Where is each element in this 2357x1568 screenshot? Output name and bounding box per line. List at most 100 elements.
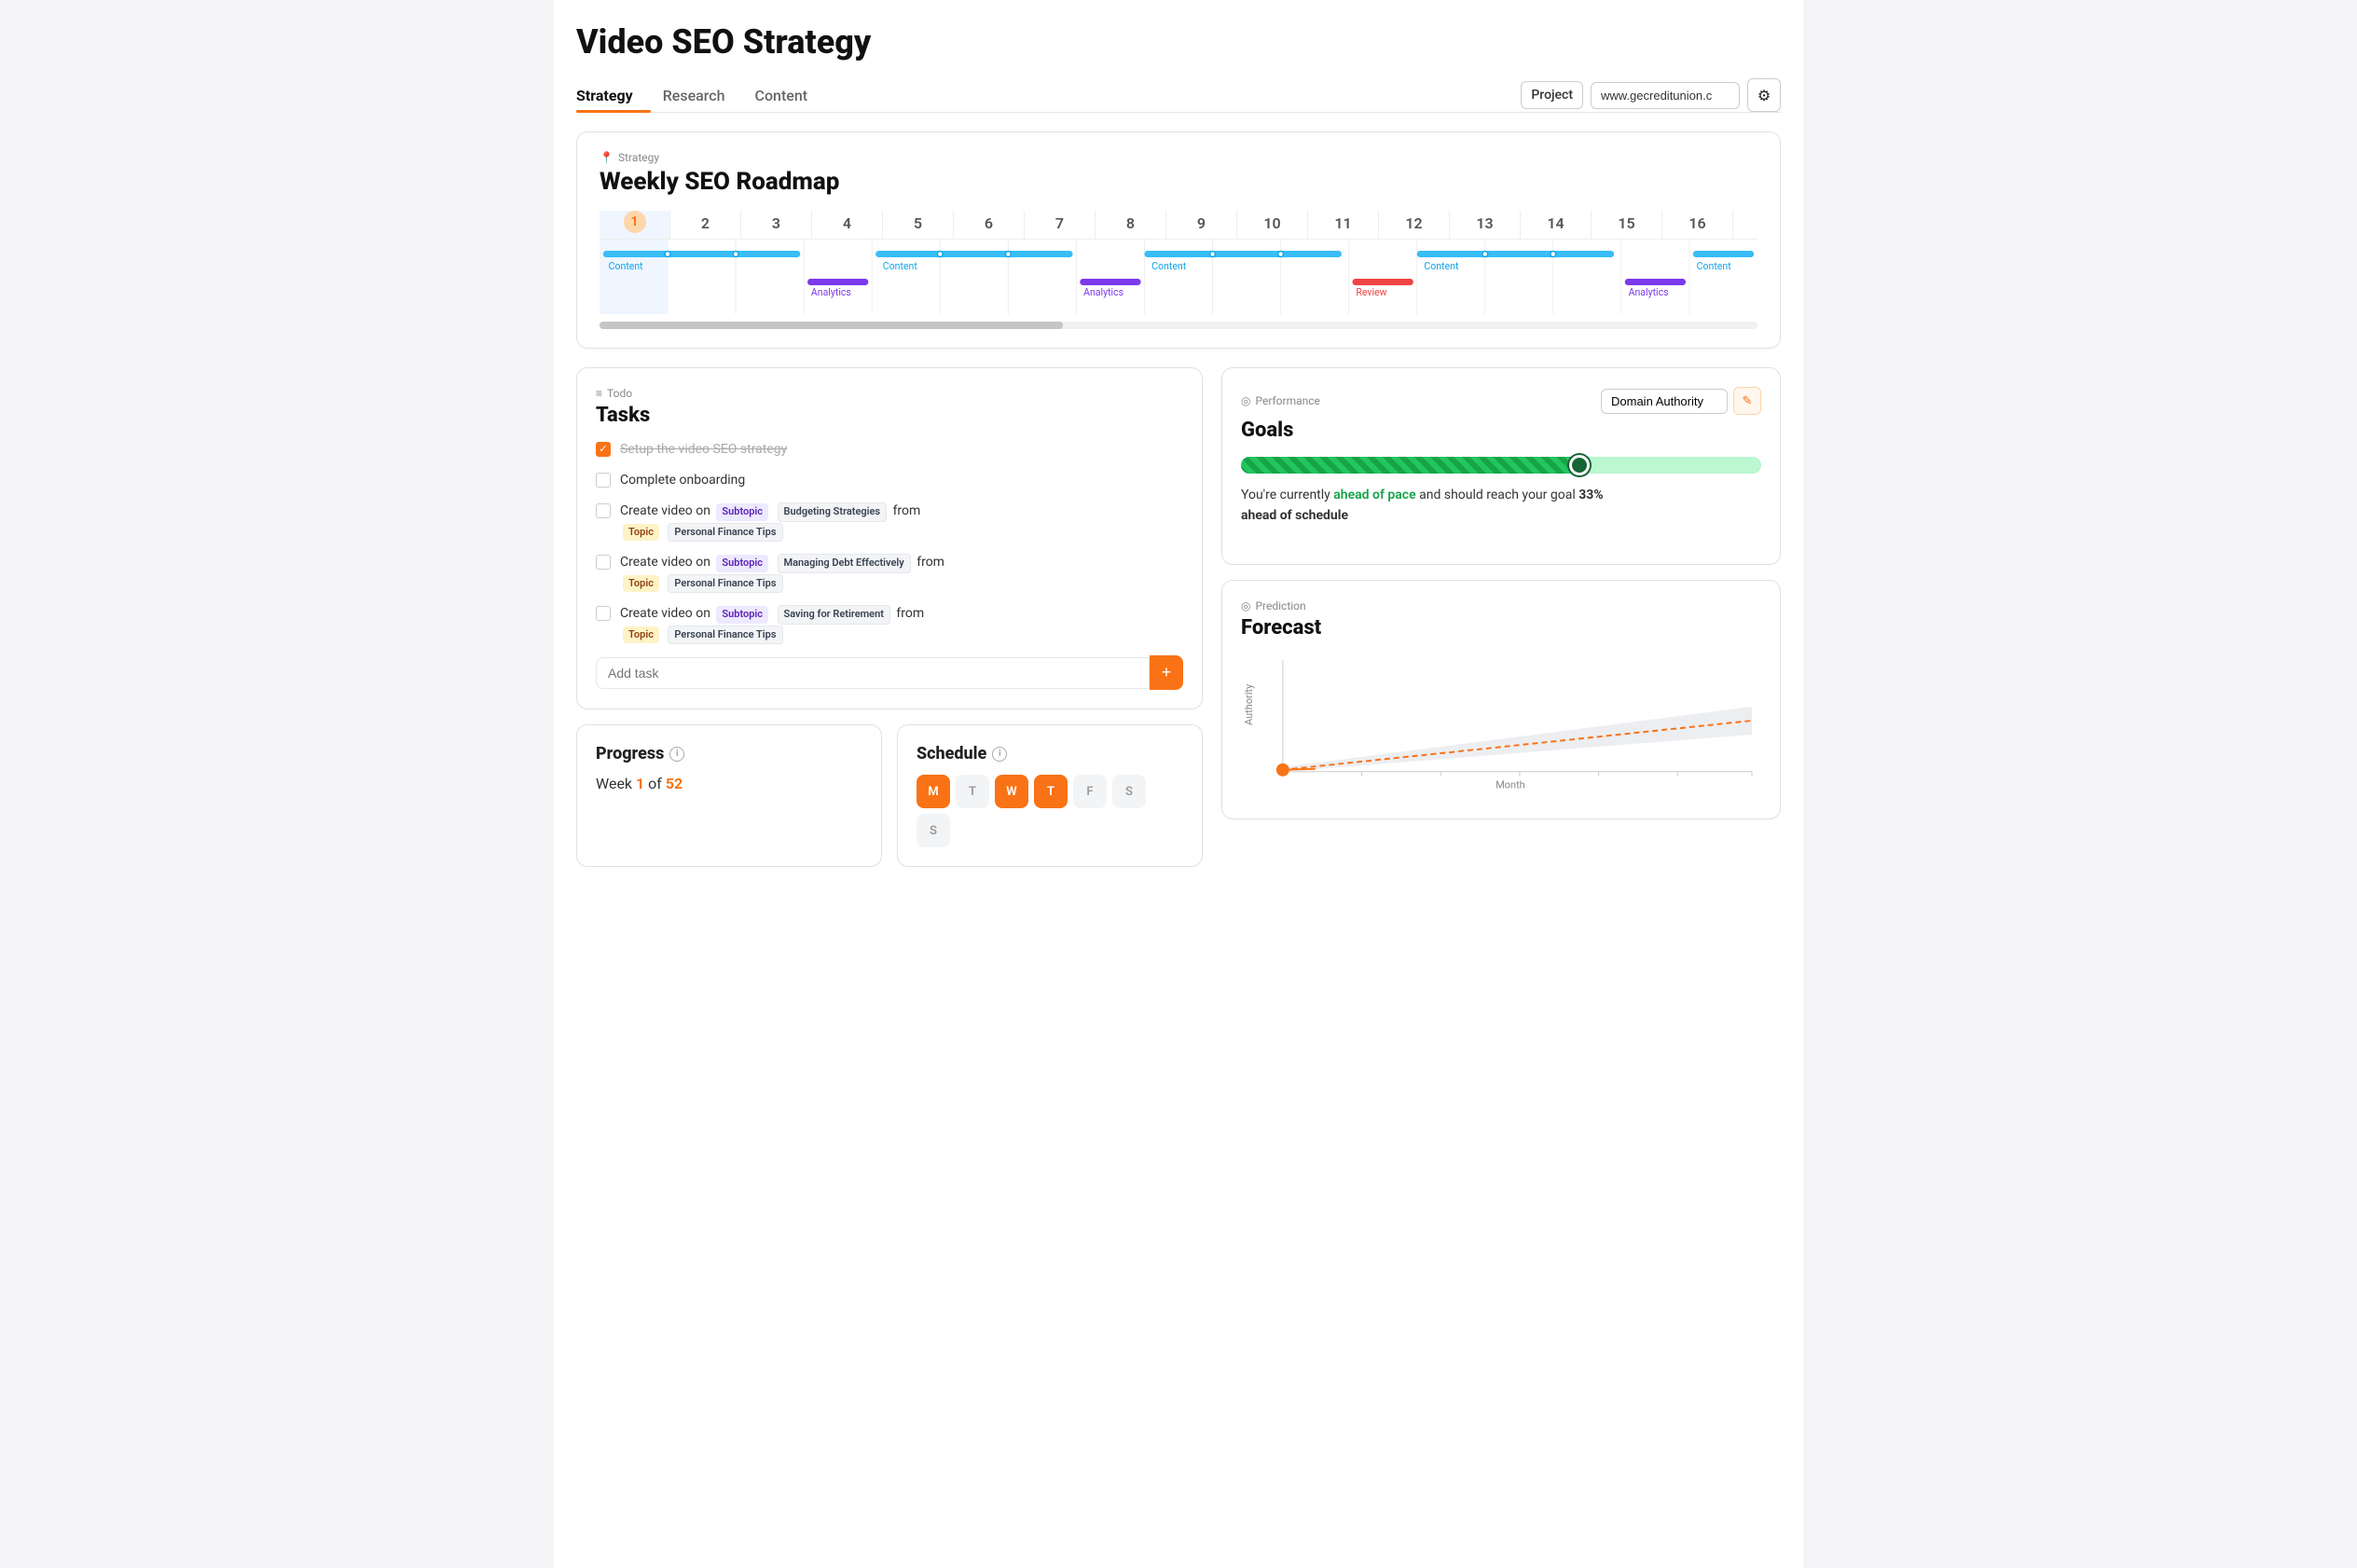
goals-percent-text: 33% bbox=[1578, 488, 1603, 502]
left-column: ≡ Todo Tasks Setup the video SEO strateg… bbox=[576, 367, 1203, 867]
day-pill-thu[interactable]: T bbox=[1034, 775, 1068, 808]
week-17-header: 17 bbox=[1733, 211, 1757, 240]
tab-strategy[interactable]: Strategy bbox=[576, 79, 633, 112]
task-5-subtopic: Saving for Retirement bbox=[778, 605, 890, 625]
week-8-header: 8 bbox=[1096, 211, 1166, 240]
gantt-scroll-thumb bbox=[600, 322, 1063, 329]
badge-topic-label: Topic bbox=[623, 524, 659, 542]
page-title: Video SEO Strategy bbox=[576, 22, 1781, 62]
goals-progress-fill bbox=[1241, 457, 1579, 474]
progress-week-display: Week 1 of 52 bbox=[596, 775, 862, 792]
svg-text:Content: Content bbox=[1424, 260, 1459, 272]
tab-content[interactable]: Content bbox=[755, 79, 808, 112]
forecast-section-label: ◎ Prediction bbox=[1241, 599, 1761, 612]
add-task-row: + bbox=[596, 655, 1183, 690]
task-checkbox-2[interactable] bbox=[596, 473, 611, 488]
svg-text:Analytics: Analytics bbox=[811, 286, 851, 298]
week-1-badge: 1 bbox=[624, 211, 646, 233]
day-pill-fri[interactable]: F bbox=[1073, 775, 1107, 808]
day-pill-sun[interactable]: S bbox=[917, 814, 950, 847]
progress-title: Progress i bbox=[596, 744, 862, 763]
task-5-prefix: Create video on bbox=[620, 606, 710, 621]
week-6-header: 6 bbox=[954, 211, 1025, 240]
performance-icon: ◎ bbox=[1241, 394, 1250, 407]
svg-text:Content: Content bbox=[883, 260, 918, 272]
gantt-container: 1 2 3 4 5 6 7 8 9 10 11 12 13 14 15 16 1… bbox=[600, 211, 1757, 329]
week-10-header: 10 bbox=[1237, 211, 1308, 240]
add-task-button[interactable]: + bbox=[1150, 655, 1183, 690]
progress-total-weeks: 52 bbox=[666, 775, 682, 792]
task-4-subtopic: Managing Debt Effectively bbox=[778, 554, 911, 573]
roadmap-section-label: 📍 Strategy bbox=[600, 151, 1757, 164]
task-4-topic: Personal Finance Tips bbox=[668, 574, 782, 594]
right-column: ◎ Performance Domain Authority ✎ Goals bbox=[1221, 367, 1781, 819]
svg-text:Month: Month bbox=[1496, 779, 1524, 791]
roadmap-title: Weekly SEO Roadmap bbox=[600, 168, 1757, 196]
gear-icon: ⚙ bbox=[1757, 87, 1771, 104]
add-task-input[interactable] bbox=[596, 657, 1150, 689]
todo-icon: ≡ bbox=[596, 387, 602, 400]
project-select[interactable]: www.gecreditunion.c bbox=[1591, 82, 1740, 109]
goals-title: Goals bbox=[1241, 419, 1761, 442]
bottom-row: ≡ Todo Tasks Setup the video SEO strateg… bbox=[576, 367, 1781, 867]
week-15-header: 15 bbox=[1592, 211, 1662, 240]
day-pill-mon[interactable]: M bbox=[917, 775, 950, 808]
week-11-header: 11 bbox=[1308, 211, 1379, 240]
week-1-header: 1 bbox=[600, 211, 670, 240]
tab-research[interactable]: Research bbox=[663, 79, 725, 112]
tasks-section-label: ≡ Todo bbox=[596, 387, 1183, 400]
gantt-header-row: 1 2 3 4 5 6 7 8 9 10 11 12 13 14 15 16 1… bbox=[600, 211, 1757, 240]
task-item: Create video on Subtopic Saving for Reti… bbox=[596, 604, 1183, 644]
forecast-card: ◎ Prediction Forecast Authority Month bbox=[1221, 580, 1781, 819]
svg-text:Authority: Authority bbox=[1243, 683, 1255, 725]
gantt-bars-row: Content Content Content Content bbox=[600, 240, 1757, 314]
tasks-card: ≡ Todo Tasks Setup the video SEO strateg… bbox=[576, 367, 1203, 709]
badge-subtopic-label: Subtopic bbox=[716, 555, 768, 572]
forecast-title: Forecast bbox=[1241, 616, 1761, 640]
gear-button[interactable]: ⚙ bbox=[1747, 78, 1781, 112]
schedule-card: Schedule i M T W T F S S bbox=[897, 724, 1203, 867]
task-1-text: Setup the video SEO strategy bbox=[620, 440, 787, 460]
project-label: Project bbox=[1521, 81, 1583, 109]
task-checkbox-1[interactable] bbox=[596, 442, 611, 457]
task-checkbox-4[interactable] bbox=[596, 555, 611, 570]
domain-select-area: Domain Authority ✎ bbox=[1601, 387, 1761, 415]
task-checkbox-5[interactable] bbox=[596, 606, 611, 621]
pencil-icon: ✎ bbox=[1743, 394, 1753, 408]
week-3-header: 3 bbox=[741, 211, 812, 240]
week-16-header: 16 bbox=[1662, 211, 1733, 240]
roadmap-card: 📍 Strategy Weekly SEO Roadmap 1 2 3 4 5 … bbox=[576, 131, 1781, 349]
edit-goal-button[interactable]: ✎ bbox=[1733, 387, 1761, 415]
schedule-title: Schedule i bbox=[917, 744, 1183, 763]
prediction-icon: ◎ bbox=[1241, 599, 1250, 612]
gantt-scrollbar[interactable] bbox=[600, 322, 1757, 329]
week-5-header: 5 bbox=[883, 211, 954, 240]
day-pill-tue[interactable]: T bbox=[956, 775, 989, 808]
task-3-subtopic: Budgeting Strategies bbox=[778, 502, 888, 522]
badge-subtopic-label: Subtopic bbox=[716, 503, 768, 521]
domain-authority-select[interactable]: Domain Authority bbox=[1601, 389, 1728, 414]
task-4-prefix: Create video on bbox=[620, 555, 710, 570]
week-13-header: 13 bbox=[1450, 211, 1521, 240]
progress-info-icon[interactable]: i bbox=[669, 747, 684, 762]
forecast-svg: Authority Month bbox=[1241, 651, 1761, 791]
task-checkbox-3[interactable] bbox=[596, 503, 611, 518]
task-3-prefix: Create video on bbox=[620, 503, 710, 518]
task-item: Create video on Subtopic Managing Debt E… bbox=[596, 553, 1183, 593]
goals-description: You're currently ahead of pace and shoul… bbox=[1241, 485, 1761, 527]
goals-highlight-text: ahead of pace bbox=[1333, 488, 1415, 502]
svg-text:Review: Review bbox=[1356, 286, 1386, 298]
progress-card: Progress i Week 1 of 52 bbox=[576, 724, 882, 867]
week-9-header: 9 bbox=[1166, 211, 1237, 240]
svg-text:Content: Content bbox=[1697, 260, 1732, 272]
task-3-topic: Personal Finance Tips bbox=[668, 523, 782, 543]
progress-schedule-row: Progress i Week 1 of 52 Schedule i bbox=[576, 724, 1203, 867]
day-pill-sat[interactable]: S bbox=[1112, 775, 1146, 808]
progress-current-week: 1 bbox=[636, 775, 644, 792]
task-5-suffix: from bbox=[896, 606, 924, 621]
schedule-info-icon[interactable]: i bbox=[992, 747, 1007, 762]
svg-text:Analytics: Analytics bbox=[1083, 286, 1123, 298]
badge-topic-label: Topic bbox=[623, 626, 659, 644]
goals-progress-thumb[interactable] bbox=[1569, 455, 1590, 475]
day-pill-wed[interactable]: W bbox=[995, 775, 1028, 808]
